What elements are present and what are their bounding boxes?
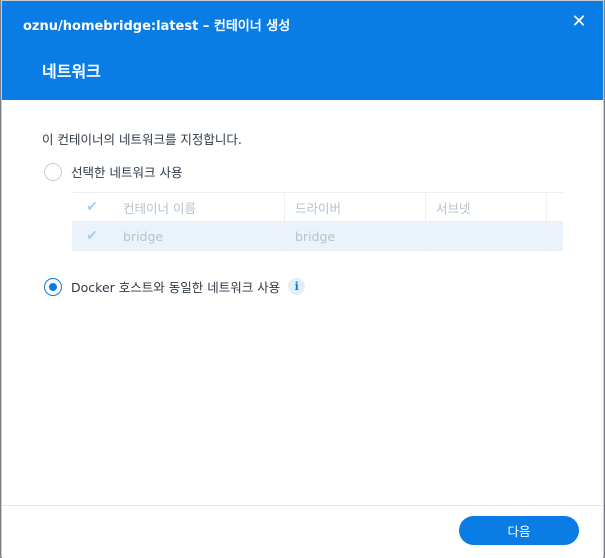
network-table: ✔ 컨테이너 이름 드라이버 서브넷 ✔ bridge bridge	[72, 192, 563, 251]
column-header-extra	[546, 193, 563, 221]
cell-subnet	[425, 222, 546, 250]
radio-button[interactable]	[44, 162, 62, 181]
column-header-driver[interactable]: 드라이버	[284, 193, 425, 221]
close-icon[interactable]: ✕	[569, 12, 589, 32]
table-row[interactable]: ✔ bridge bridge	[72, 222, 563, 251]
checkmark-icon: ✔	[86, 199, 98, 215]
description-text: 이 컨테이너의 네트워크를 지정합니다.	[42, 132, 242, 147]
cell-driver: bridge	[284, 222, 425, 250]
table-header-row: ✔ 컨테이너 이름 드라이버 서브넷	[72, 193, 563, 222]
step-title: 네트워크	[42, 62, 101, 81]
radio-use-selected-network[interactable]: 선택한 네트워크 사용	[44, 162, 182, 181]
info-icon[interactable]: i	[288, 278, 306, 295]
window-title: oznu/homebridge:latest – 컨테이너 생성	[23, 19, 291, 34]
column-header-subnet[interactable]: 서브넷	[425, 193, 546, 221]
next-button[interactable]: 다음	[459, 516, 579, 545]
checkmark-icon: ✔	[86, 228, 98, 244]
radio-button-checked[interactable]	[44, 277, 62, 296]
create-container-dialog: oznu/homebridge:latest – 컨테이너 생성 ✕ 네트워크 …	[1, 0, 604, 558]
radio-label: Docker 호스트와 동일한 네트워크 사용	[71, 280, 281, 295]
dialog-content: 이 컨테이너의 네트워크를 지정합니다. 선택한 네트워크 사용 ✔ 컨테이너 …	[2, 100, 603, 505]
radio-label: 선택한 네트워크 사용	[71, 165, 183, 180]
select-all-checkbox[interactable]: ✔	[72, 199, 112, 215]
column-header-container-name[interactable]: 컨테이너 이름	[112, 193, 284, 221]
cell-extra	[546, 222, 563, 250]
radio-use-host-network[interactable]: Docker 호스트와 동일한 네트워크 사용 i	[44, 277, 306, 296]
dialog-footer: 다음	[2, 505, 603, 558]
dialog-header: oznu/homebridge:latest – 컨테이너 생성 ✕ 네트워크	[2, 1, 603, 100]
cell-container-name: bridge	[123, 228, 164, 244]
row-checkbox[interactable]: ✔	[72, 228, 112, 244]
